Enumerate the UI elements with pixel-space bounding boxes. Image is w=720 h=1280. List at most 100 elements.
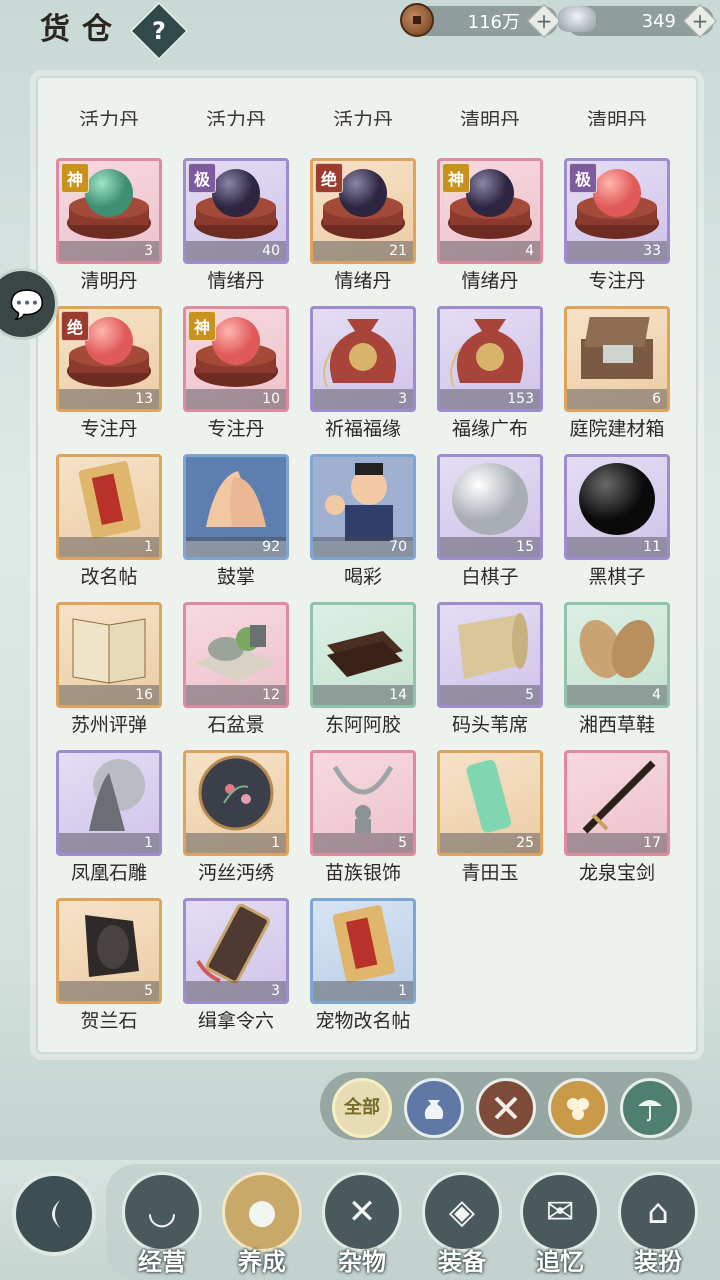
- inventory-item[interactable]: 70 喝彩: [308, 454, 418, 594]
- nav-item-orb[interactable]: ● 养成: [218, 1172, 306, 1280]
- item-tile[interactable]: 神3: [56, 158, 162, 264]
- item-tile[interactable]: 70: [310, 454, 416, 560]
- item-name: 宠物改名帖: [315, 1010, 411, 1032]
- item-tile[interactable]: 15: [437, 454, 543, 560]
- grade-badge: 神: [61, 163, 89, 193]
- item-name: 东阿阿胶: [324, 714, 401, 736]
- nav-item-bowl[interactable]: ◡ 经营: [118, 1172, 206, 1280]
- filter-materials-button[interactable]: [548, 1078, 608, 1138]
- item-tile[interactable]: 1: [56, 750, 162, 856]
- inventory-item[interactable]: 极 33 专注丹: [562, 158, 672, 298]
- item-name: 码头苇席: [451, 714, 528, 736]
- box-icon: [567, 309, 667, 395]
- item-tile[interactable]: 1: [183, 750, 289, 856]
- item-count: 4: [440, 241, 540, 261]
- inventory-item[interactable]: 153 福缘广布: [435, 306, 545, 446]
- inventory-item[interactable]: 4 湘西草鞋: [562, 602, 672, 742]
- inventory-item[interactable]: 6 庭院建材箱: [562, 306, 672, 446]
- inventory-item[interactable]: 绝 21 情绪丹: [308, 158, 418, 298]
- inventory-item[interactable]: 神 3 清明丹: [54, 158, 164, 298]
- item-tile[interactable]: 极 40: [183, 158, 289, 264]
- item-name: 情绪丹: [334, 270, 392, 292]
- inventory-item[interactable]: 11 黑棋子: [562, 454, 672, 594]
- copper-coin-icon: [400, 3, 434, 37]
- white-stone-icon: [440, 457, 540, 543]
- item-tile[interactable]: 1: [56, 454, 162, 560]
- item-tile[interactable]: 153: [437, 306, 543, 412]
- inventory-item[interactable]: 14 东阿阿胶: [308, 602, 418, 742]
- inventory-panel[interactable]: 活力丹 活力丹 活力丹 清明丹 清明丹 神 3 清明丹极 40 情绪丹绝 21 情绪丹神 4 情绪丹极 3…: [36, 76, 698, 1054]
- back-button[interactable]: [12, 1172, 96, 1256]
- item-tile[interactable]: 25: [437, 750, 543, 856]
- item-tile[interactable]: 绝 13: [56, 306, 162, 412]
- item-count: 5: [59, 981, 159, 1001]
- help-button[interactable]: ?: [129, 1, 189, 61]
- filter-tools-button[interactable]: [476, 1078, 536, 1138]
- item-tile[interactable]: 极 33: [564, 158, 670, 264]
- inventory-item[interactable]: 3 祈福福缘: [308, 306, 418, 446]
- item-tile[interactable]: 14: [310, 602, 416, 708]
- item-count: 1: [186, 833, 286, 853]
- item-name: 改名帖: [80, 566, 138, 588]
- nav-label: 追忆: [536, 1248, 584, 1276]
- nav-item-robe[interactable]: ◈ 装备: [418, 1172, 506, 1280]
- add-silver-button[interactable]: +: [683, 4, 717, 38]
- inventory-item[interactable]: 1 沔丝沔绣: [181, 750, 291, 890]
- item-tile[interactable]: 92: [183, 454, 289, 560]
- inventory-item[interactable]: 1 宠物改名帖: [308, 898, 418, 1038]
- nav-item-sticks[interactable]: ✕ 杂物: [318, 1172, 406, 1280]
- filter-all-button[interactable]: 全部: [332, 1078, 392, 1138]
- inventory-item[interactable]: 5 苗族银饰: [308, 750, 418, 890]
- inventory-item[interactable]: 92 鼓掌: [181, 454, 291, 594]
- add-copper-button[interactable]: +: [527, 4, 561, 38]
- inventory-item[interactable]: 1 凤凰石雕: [54, 750, 164, 890]
- clap-icon: [186, 457, 286, 543]
- item-tile[interactable]: 神 10: [183, 306, 289, 412]
- item-name: 专注丹: [207, 418, 265, 440]
- inventory-item[interactable]: 25 青田玉: [435, 750, 545, 890]
- item-name: 鼓掌: [216, 566, 255, 588]
- inventory-item[interactable]: 神 10 专注丹: [181, 306, 291, 446]
- letter-icon: ✉: [520, 1172, 600, 1252]
- item-tile[interactable]: 神4: [437, 158, 543, 264]
- filter-pouch-button[interactable]: [404, 1078, 464, 1138]
- item-tile[interactable]: 5: [56, 898, 162, 1004]
- inventory-item[interactable]: 1 改名帖: [54, 454, 164, 594]
- item-name: 龙泉宝剑: [578, 862, 655, 884]
- item-tile[interactable]: 3: [183, 898, 289, 1004]
- item-tile[interactable]: 17: [564, 750, 670, 856]
- silver-currency: 349 +: [558, 4, 717, 38]
- item-tile[interactable]: 11: [564, 454, 670, 560]
- inventory-item[interactable]: 极 40 情绪丹: [181, 158, 291, 298]
- mat-icon: [440, 605, 540, 691]
- nav-item-letter[interactable]: ✉ 追忆: [516, 1172, 604, 1280]
- item-tile[interactable]: 12: [183, 602, 289, 708]
- inventory-item[interactable]: 绝 13 专注丹: [54, 306, 164, 446]
- item-tile[interactable]: 5: [310, 750, 416, 856]
- tools-icon: [494, 1096, 518, 1120]
- item-tile[interactable]: 16: [56, 602, 162, 708]
- inventory-item[interactable]: 12 石盆景: [181, 602, 291, 742]
- grade-badge: 极: [569, 163, 597, 193]
- inventory-item[interactable]: 5 贺兰石: [54, 898, 164, 1038]
- item-tile[interactable]: 4: [564, 602, 670, 708]
- item-tile[interactable]: 3: [310, 306, 416, 412]
- item-tile[interactable]: 绝 21: [310, 158, 416, 264]
- item-name: 青田玉: [461, 862, 519, 884]
- item-tile[interactable]: 5: [437, 602, 543, 708]
- item-name: 祈福福缘: [324, 418, 401, 440]
- inkstone-icon: [59, 901, 159, 987]
- inventory-item[interactable]: 5 码头苇席: [435, 602, 545, 742]
- inventory-item[interactable]: 3 缉拿令六: [181, 898, 291, 1038]
- grade-badge: 极: [188, 163, 216, 193]
- item-tile[interactable]: 6: [564, 306, 670, 412]
- item-name: 清明丹: [80, 270, 138, 292]
- nav-item-pavilion[interactable]: ⌂ 装扮: [614, 1172, 702, 1280]
- inventory-item[interactable]: 17 龙泉宝剑: [562, 750, 672, 890]
- item-count: 40: [186, 241, 286, 261]
- item-tile[interactable]: 1: [310, 898, 416, 1004]
- filter-umbrella-button[interactable]: [620, 1078, 680, 1138]
- inventory-item[interactable]: 16 苏州评弹: [54, 602, 164, 742]
- inventory-item[interactable]: 神 4 情绪丹: [435, 158, 545, 298]
- inventory-item[interactable]: 15 白棋子: [435, 454, 545, 594]
